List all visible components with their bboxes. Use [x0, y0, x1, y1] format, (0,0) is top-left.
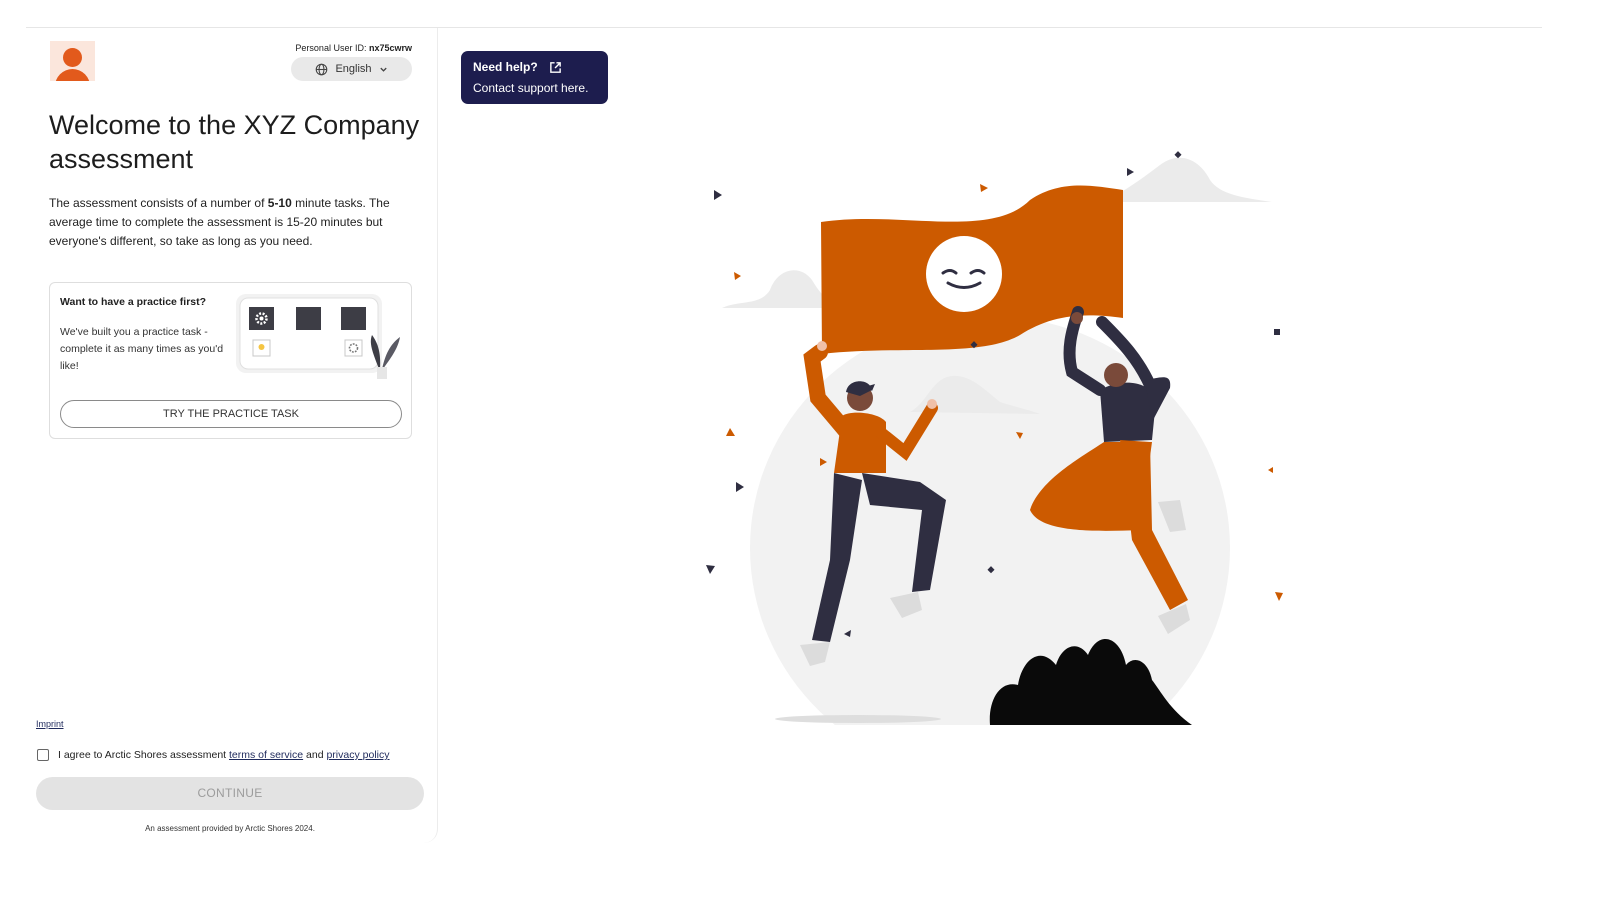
practice-title: Want to have a practice first?	[60, 296, 207, 308]
practice-illustration	[236, 294, 400, 379]
globe-icon	[316, 63, 328, 75]
privacy-policy-link[interactable]: privacy policy	[326, 749, 389, 761]
help-subtitle: Contact support here.	[473, 81, 589, 95]
practice-description: We've built you a practice task - comple…	[60, 326, 224, 372]
user-avatar-icon	[50, 41, 95, 81]
intro-text: The assessment consists of a number of 5…	[49, 196, 390, 248]
terms-of-service-link[interactable]: terms of service	[229, 749, 303, 761]
terms-text: I agree to Arctic Shores assessment term…	[58, 749, 390, 761]
page-title: Welcome to the XYZ Company assessment	[49, 110, 420, 174]
provided-by-note: An assessment provided by Arctic Shores …	[145, 824, 315, 833]
chevron-down-icon	[379, 67, 387, 72]
continue-button[interactable]: CONTINUE	[36, 777, 424, 810]
help-title: Need help?	[473, 60, 538, 74]
help-button[interactable]: Need help? Contact support here.	[461, 51, 608, 104]
user-id-value: nx75cwrw	[368, 43, 412, 53]
user-id: Personal User ID: nx75cwrw	[240, 43, 412, 53]
imprint-link[interactable]: Imprint	[36, 719, 64, 729]
celebration-illustration	[706, 151, 1283, 740]
language-selector[interactable]: English	[291, 57, 412, 81]
terms-agreement: I agree to Arctic Shores assessment term…	[37, 749, 390, 761]
terms-checkbox[interactable]	[37, 749, 49, 761]
user-id-label: Personal User ID:	[295, 43, 367, 53]
try-practice-button[interactable]: TRY THE PRACTICE TASK	[60, 400, 402, 428]
external-link-icon	[549, 61, 561, 73]
language-label: English	[335, 63, 372, 75]
practice-card: Want to have a practice first? We've bui…	[49, 282, 412, 439]
